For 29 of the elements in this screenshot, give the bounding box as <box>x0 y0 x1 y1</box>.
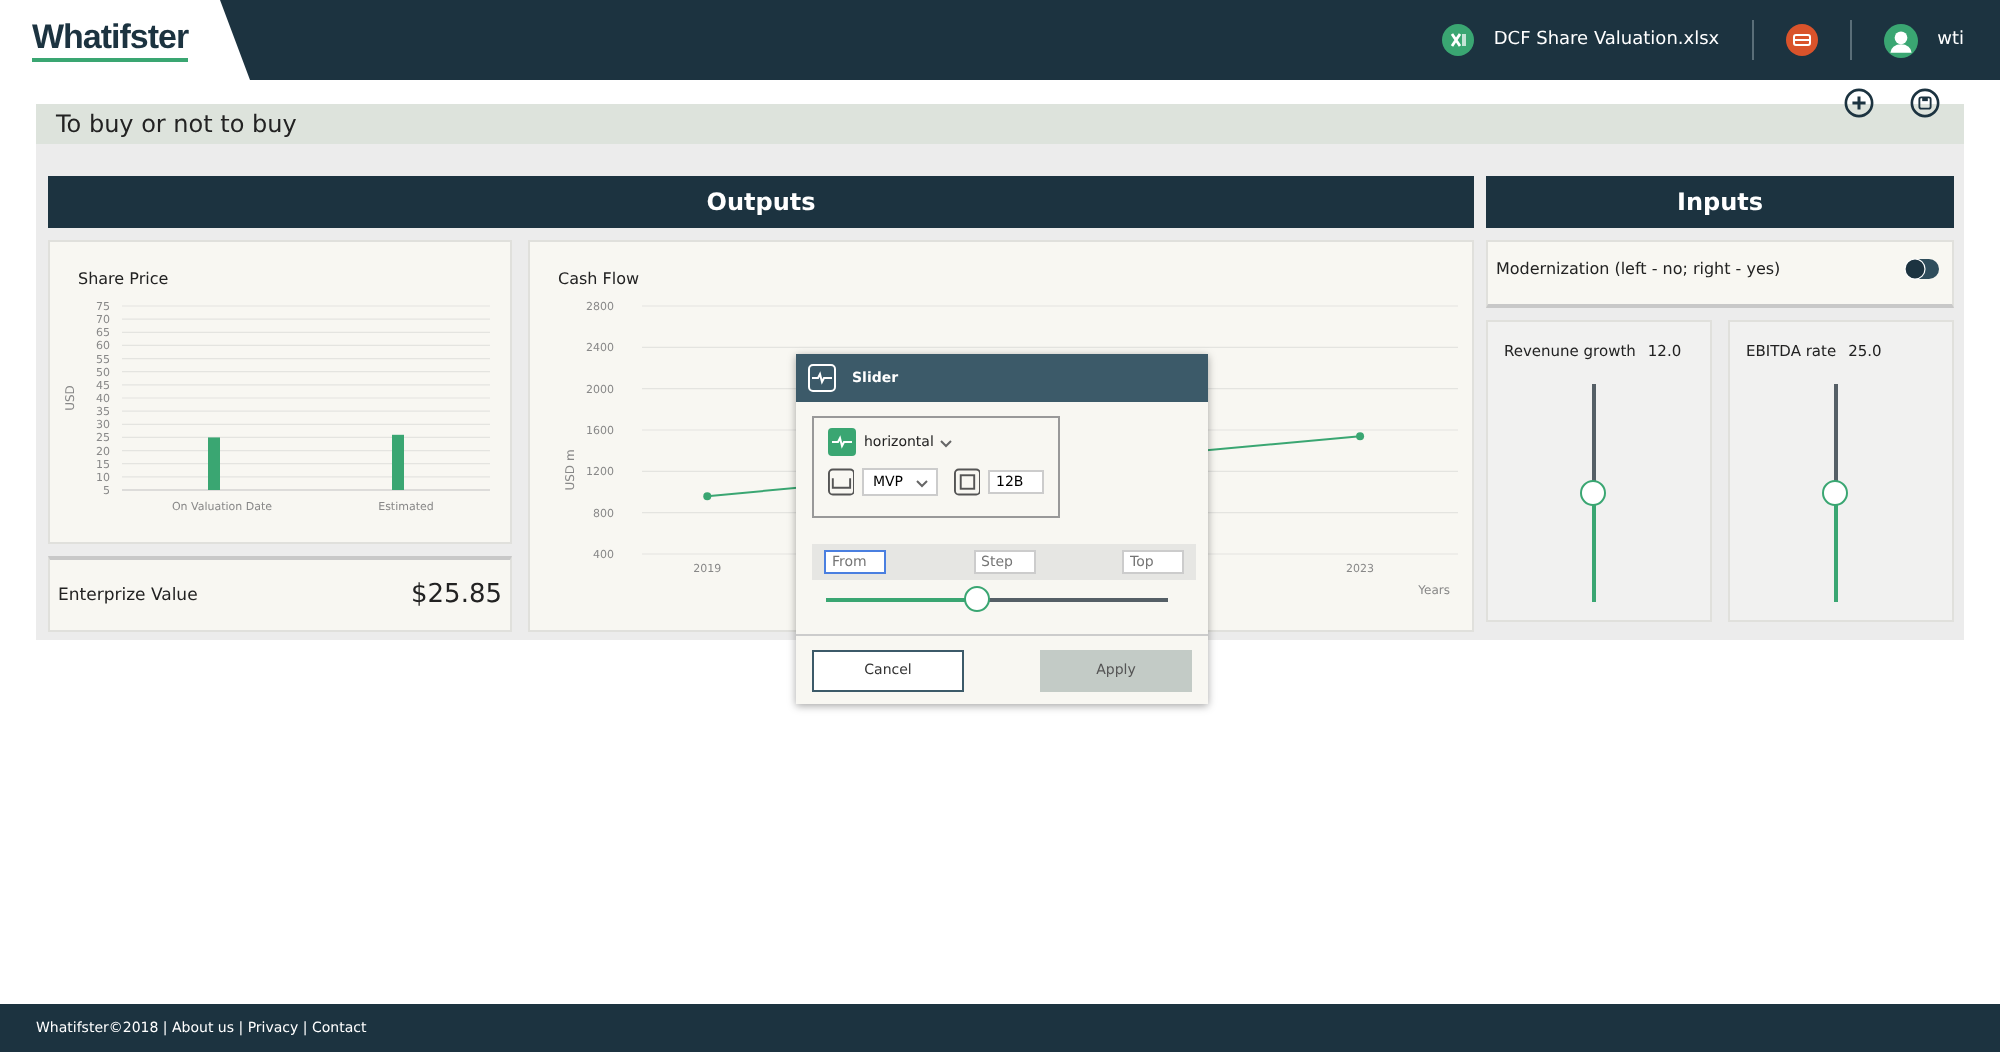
value-amount: $25.85 <box>411 580 502 610</box>
data-point <box>703 492 712 501</box>
save-icon[interactable] <box>1910 88 1940 118</box>
spreadsheet-icon <box>1441 24 1474 56</box>
bar <box>392 434 404 490</box>
slider-thumb[interactable] <box>1821 479 1847 505</box>
section-header: Outputs <box>48 176 1474 228</box>
chart-title: Share Price <box>78 270 169 288</box>
chart-title: Cash Flow <box>558 270 640 288</box>
caret-icon <box>915 480 928 488</box>
toggle-switch[interactable] <box>1904 258 1940 280</box>
avatar-icon[interactable] <box>1883 23 1918 57</box>
data-point <box>1356 432 1365 441</box>
section-header: Inputs <box>1486 176 1954 228</box>
tray-icon <box>828 468 855 496</box>
card-icon[interactable] <box>1785 24 1818 56</box>
caret-icon <box>939 440 952 448</box>
add-icon[interactable] <box>1844 88 1874 118</box>
slider-thumb[interactable] <box>1579 479 1605 505</box>
slider-icon <box>808 364 836 392</box>
file-name[interactable]: DCF Share Valuation.xlsx <box>1493 30 1720 50</box>
user-name[interactable]: wti <box>1937 30 1964 50</box>
frame-icon <box>953 468 980 496</box>
slider-icon <box>828 428 856 456</box>
page-title: To buy or not to buy <box>56 110 297 138</box>
toggle-label: Modernization (left - no; right - yes) <box>1496 260 1781 278</box>
slider-thumb[interactable] <box>964 586 991 612</box>
bar <box>208 437 220 490</box>
value-label: Enterprize Value <box>58 585 198 605</box>
